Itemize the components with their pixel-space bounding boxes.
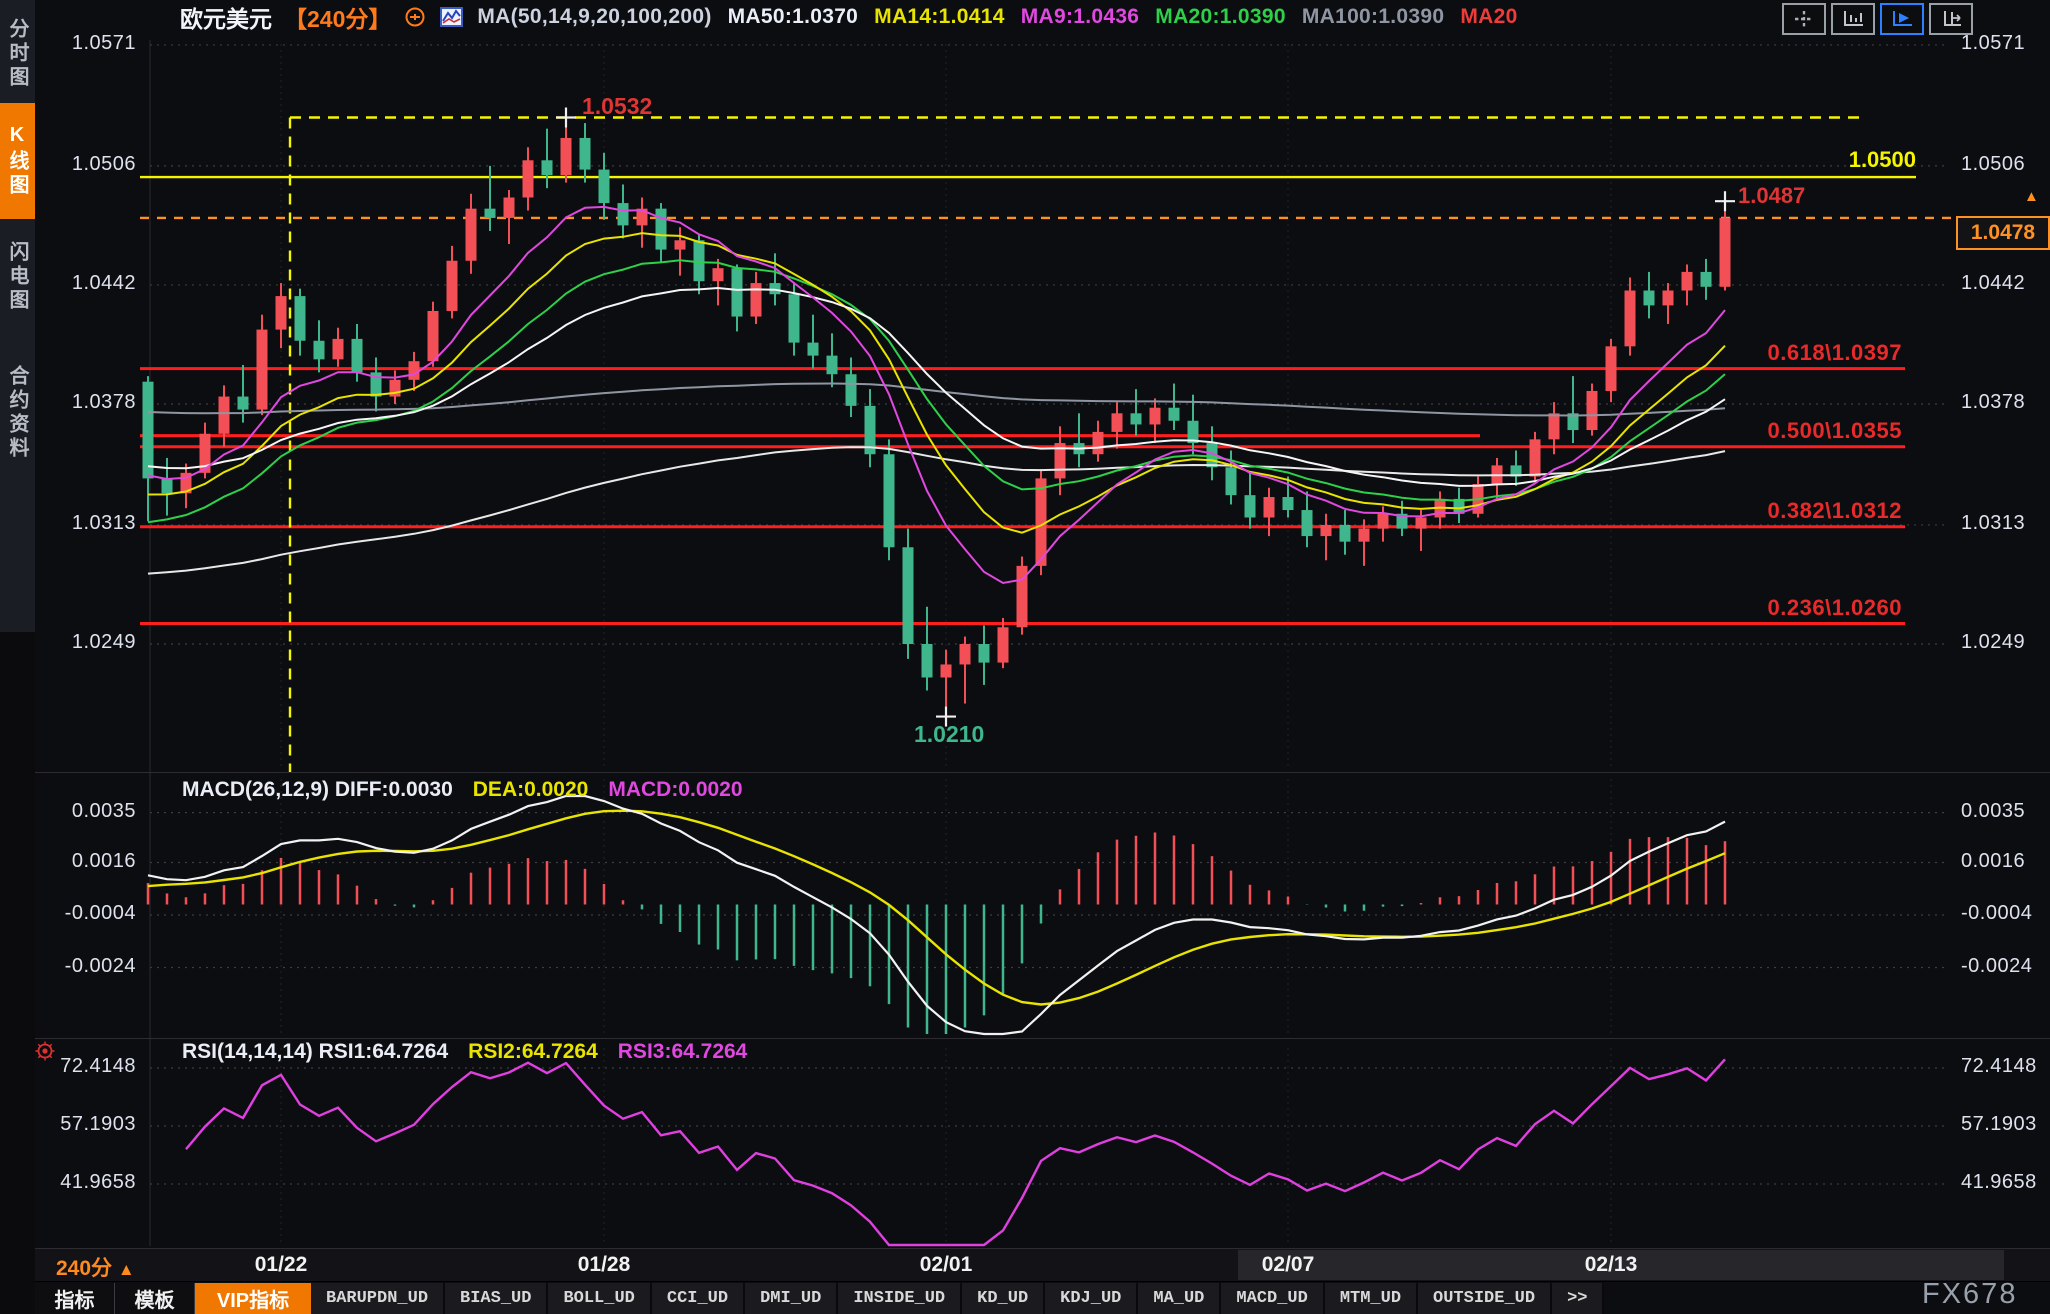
- toolbar-tab-指标[interactable]: 指标: [35, 1283, 115, 1314]
- ma-legend: MA(50,14,9,20,100,200) MA50:1.0370 MA14:1.…: [477, 5, 1517, 29]
- current-price-box: 1.0478: [1956, 216, 2050, 250]
- toolbar-tab-mtm-ud[interactable]: MTM_UD: [1325, 1283, 1418, 1314]
- period-indicator[interactable]: 240分 ▲: [56, 1252, 135, 1282]
- toolbar-tab-macd-ud[interactable]: MACD_UD: [1221, 1283, 1324, 1314]
- toolbar-tab--[interactable]: >>: [1552, 1283, 1604, 1314]
- plus-circle-icon[interactable]: [403, 5, 427, 29]
- sidebar: 分时图K线图闪电图合约资料: [0, 0, 35, 1314]
- toolbar-tab-barupdn-ud[interactable]: BARUPDN_UD: [311, 1283, 445, 1314]
- swing-low-price-label: 1.0210: [914, 721, 984, 748]
- macd-title-diff: MACD(26,12,9) DIFF:0.0030: [182, 778, 453, 802]
- toolbar-tab-bias-ud[interactable]: BIAS_UD: [445, 1283, 548, 1314]
- toolbar-tab-kdj-ud[interactable]: KDJ_UD: [1045, 1283, 1138, 1314]
- rsi-title-1: RSI(14,14,14) RSI1:64.7264: [182, 1040, 448, 1064]
- ma-legend-item: MA100:1.0390: [1302, 5, 1445, 29]
- toolbar-tab-kd-ud[interactable]: KD_UD: [962, 1283, 1045, 1314]
- indicator-toolbar: 指标模板VIP指标BARUPDN_UDBIAS_UDBOLL_UDCCI_UDD…: [35, 1283, 1604, 1314]
- macd-title-dea: DEA:0.0020: [473, 778, 589, 802]
- swing-high-price-label: 1.0532: [582, 93, 652, 120]
- trading-app-window: 分时图K线图闪电图合约资料 欧元美元 【240分】 MA(50,14,9,20,…: [0, 0, 2050, 1314]
- ma-legend-item: MA(50,14,9,20,100,200): [477, 5, 711, 29]
- ma-legend-item: MA50:1.0370: [728, 5, 859, 29]
- toolbar-tab-vip指标[interactable]: VIP指标: [195, 1283, 311, 1314]
- time-scrollbar-thumb[interactable]: [1238, 1250, 2004, 1280]
- axis-shift-icon[interactable]: [1929, 3, 1973, 35]
- sidebar-tab-3[interactable]: 合约资料: [0, 334, 35, 492]
- ma-legend-item: MA20:1.0390: [1155, 5, 1286, 29]
- mini-chart-icon[interactable]: [439, 5, 465, 29]
- toolbar-tab-cci-ud[interactable]: CCI_UD: [652, 1283, 745, 1314]
- sidebar-tab-0[interactable]: 分时图: [0, 6, 35, 102]
- ma-legend-item: MA14:1.0414: [874, 5, 1005, 29]
- recent-high-price-label: 1.0487: [1738, 183, 1805, 209]
- macd-title-macd: MACD:0.0020: [608, 778, 742, 802]
- toolbar-tab-模板[interactable]: 模板: [115, 1283, 195, 1314]
- resistance-price-label: 1.0500: [1700, 147, 1916, 173]
- ma-legend-item: MA20: [1460, 5, 1517, 29]
- period-badge: 【240分】: [284, 0, 391, 34]
- axis-scale-icon[interactable]: [1831, 3, 1875, 35]
- chart-header: 欧元美元 【240分】 MA(50,14,9,20,100,200)MA50:1…: [180, 4, 1518, 30]
- rsi-title-2: RSI2:64.7264: [468, 1040, 598, 1064]
- rsi-title-3: RSI3:64.7264: [618, 1040, 748, 1064]
- watermark-logo: FX678: [1922, 1278, 2017, 1311]
- price-up-arrow-icon: ▲: [2024, 188, 2039, 205]
- period-up-arrow-icon: ▲: [118, 1260, 135, 1279]
- macd-header: MACD(26,12,9) DIFF:0.0030 DEA:0.0020 MAC…: [182, 778, 743, 802]
- period-indicator-label: 240分: [56, 1257, 112, 1280]
- record-target-icon[interactable]: [34, 1040, 56, 1062]
- toolbar-tab-boll-ud[interactable]: BOLL_UD: [548, 1283, 651, 1314]
- sidebar-tab-2[interactable]: 闪电图: [0, 222, 35, 332]
- sidebar-tab-1[interactable]: K线图: [0, 103, 35, 219]
- toolbar-tab-inside-ud[interactable]: INSIDE_UD: [838, 1283, 962, 1314]
- axis-play-icon[interactable]: [1880, 3, 1924, 35]
- ma-legend-item: MA9:1.0436: [1021, 5, 1140, 29]
- symbol-title: 欧元美元: [180, 0, 272, 34]
- crosshair-move-icon[interactable]: [1782, 3, 1826, 35]
- toolbar-tab-ma-ud[interactable]: MA_UD: [1138, 1283, 1221, 1314]
- toolbar-tab-dmi-ud[interactable]: DMI_UD: [745, 1283, 838, 1314]
- chart-toolbar-right: [1782, 3, 1973, 35]
- rsi-header: RSI(14,14,14) RSI1:64.7264 RSI2:64.7264 …: [182, 1040, 747, 1064]
- toolbar-tab-outside-ud[interactable]: OUTSIDE_UD: [1418, 1283, 1552, 1314]
